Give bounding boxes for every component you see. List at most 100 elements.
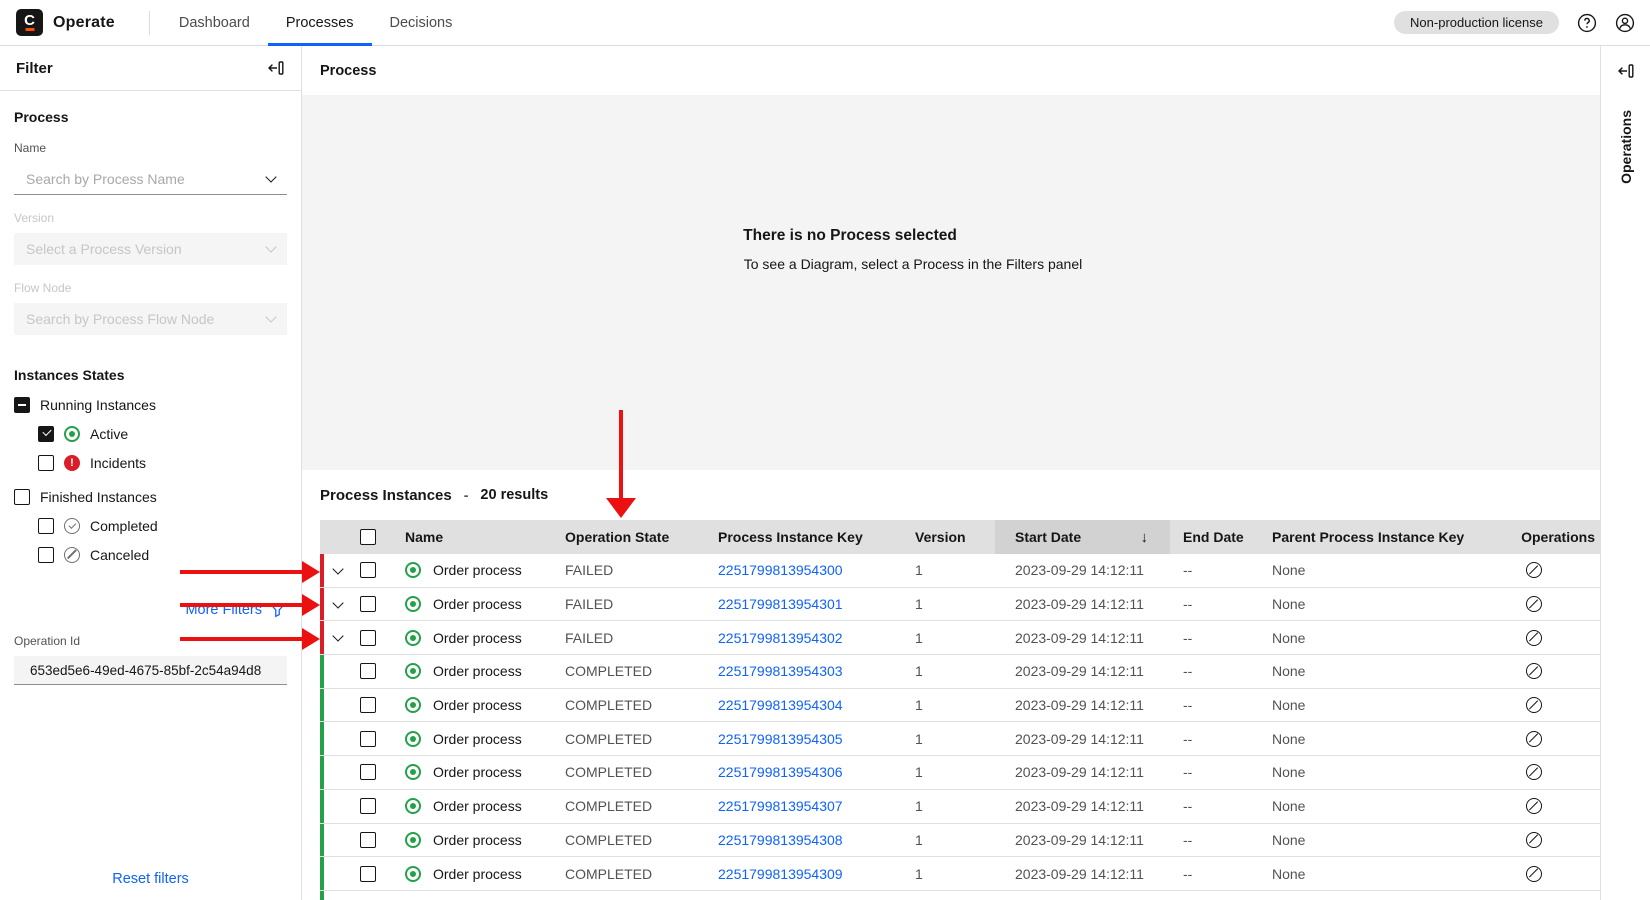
row-checkbox[interactable] (360, 798, 376, 814)
filters-panel: Filter Process Name Search by Process Na… (0, 46, 302, 900)
version-value: 1 (915, 756, 995, 789)
cancel-operation-icon[interactable] (1526, 866, 1542, 882)
parent-process-instance-key-value: None (1258, 857, 1510, 890)
expand-chevron-icon[interactable] (332, 631, 343, 642)
completed-state-icon (64, 518, 80, 534)
user-icon[interactable] (1615, 13, 1635, 33)
process-version-placeholder: Select a Process Version (26, 241, 182, 257)
completed-checkbox[interactable] (38, 518, 54, 534)
process-instance-key-link[interactable]: 2251799813954300 (718, 562, 843, 578)
instances-title: Process Instances (320, 487, 452, 504)
table-row: Order process COMPLETED 2251799813954308… (320, 824, 1600, 858)
start-date-value: 2023-09-29 14:12:11 (995, 824, 1170, 857)
row-checkbox[interactable] (360, 764, 376, 780)
more-filters-link[interactable]: More Filters (14, 602, 287, 618)
start-date-value: 2023-09-29 14:12:11 (995, 756, 1170, 789)
help-icon[interactable] (1577, 13, 1597, 33)
operations-panel-collapsed: Operations (1600, 46, 1650, 900)
sort-descending-icon[interactable]: ↓ (1141, 529, 1149, 546)
logo-orange-mark (25, 28, 34, 31)
col-operation-state[interactable]: Operation State (565, 520, 718, 554)
operation-id-input[interactable]: 653ed5e6-49ed-4675-85bf-2c54a94d8 (14, 656, 287, 685)
col-end-date[interactable]: End Date (1170, 520, 1258, 554)
instance-active-icon (405, 798, 421, 814)
process-instance-key-link[interactable]: 2251799813954304 (718, 697, 843, 713)
table-row: Order process COMPLETED 2251799813954306… (320, 756, 1600, 790)
process-instance-key-link[interactable]: 2251799813954307 (718, 798, 843, 814)
canceled-checkbox[interactable] (38, 547, 54, 563)
running-instances-checkbox[interactable] (14, 397, 30, 413)
table-header-row: Name Operation State Process Instance Ke… (320, 520, 1600, 554)
table-row: Order process FAILED 2251799813954301 1 … (320, 588, 1600, 622)
col-start-date[interactable]: Start Date ↓ (995, 520, 1170, 554)
tab-decisions[interactable]: Decisions (372, 0, 471, 46)
operations-panel-title[interactable]: Operations (1618, 110, 1634, 184)
process-instance-key-link[interactable]: 2251799813954308 (718, 832, 843, 848)
select-all-checkbox[interactable] (360, 529, 376, 545)
process-instance-key-link[interactable]: 2251799813954309 (718, 866, 843, 882)
row-checkbox[interactable] (360, 630, 376, 646)
state-row-incidents: ! Incidents (38, 448, 287, 477)
cancel-operation-icon[interactable] (1526, 596, 1542, 612)
row-checkbox[interactable] (360, 832, 376, 848)
row-checkbox[interactable] (360, 663, 376, 679)
operation-state: FAILED (565, 621, 718, 654)
process-instance-key-link[interactable]: 2251799813954306 (718, 764, 843, 780)
process-instance-key-link[interactable]: 2251799813954302 (718, 630, 843, 646)
row-checkbox[interactable] (360, 562, 376, 578)
incident-state-icon: ! (64, 455, 80, 471)
logo-letter: C (24, 13, 35, 28)
cancel-operation-icon[interactable] (1526, 562, 1542, 578)
cancel-operation-icon[interactable] (1526, 798, 1542, 814)
process-name-combobox[interactable]: Search by Process Name (14, 163, 287, 195)
incidents-checkbox[interactable] (38, 455, 54, 471)
cancel-operation-icon[interactable] (1526, 731, 1542, 747)
row-checkbox[interactable] (360, 596, 376, 612)
start-date-value: 2023-09-29 14:12:11 (995, 588, 1170, 621)
end-date-value: -- (1170, 554, 1258, 587)
camunda-logo[interactable]: C (16, 9, 43, 36)
cancel-operation-icon[interactable] (1526, 697, 1542, 713)
col-process-instance-key[interactable]: Process Instance Key (718, 520, 915, 554)
operate-app: C Operate Dashboard Processes Decisions … (0, 0, 1650, 900)
finished-instances-checkbox[interactable] (14, 489, 30, 505)
process-instance-key-link[interactable]: 2251799813954301 (718, 596, 843, 612)
expand-chevron-icon[interactable] (332, 563, 343, 574)
cancel-operation-icon[interactable] (1526, 764, 1542, 780)
cancel-operation-icon[interactable] (1526, 630, 1542, 646)
col-parent-key[interactable]: Parent Process Instance Key (1258, 520, 1510, 554)
row-checkbox[interactable] (360, 697, 376, 713)
row-checkbox[interactable] (360, 866, 376, 882)
state-row-finished: Finished Instances (14, 482, 287, 511)
start-date-value: 2023-09-29 14:12:11 (995, 621, 1170, 654)
start-date-value: 2023-09-29 14:12:11 (995, 554, 1170, 587)
tab-processes[interactable]: Processes (268, 0, 372, 46)
expand-chevron-icon[interactable] (332, 597, 343, 608)
instance-active-icon (405, 697, 421, 713)
instance-active-icon (405, 731, 421, 747)
operation-state: COMPLETED (565, 756, 718, 789)
expand-panel-icon[interactable] (1617, 62, 1635, 80)
start-date-value: 2023-09-29 14:12:11 (995, 857, 1170, 890)
parent-process-instance-key-value: None (1258, 722, 1510, 755)
col-name[interactable]: Name (382, 520, 565, 554)
cancel-operation-icon[interactable] (1526, 832, 1542, 848)
col-version[interactable]: Version (915, 520, 995, 554)
diagram-area: There is no Process selected To see a Di… (302, 95, 1600, 470)
collapse-panel-icon[interactable] (267, 59, 285, 77)
active-checkbox[interactable] (38, 426, 54, 442)
version-field-label: Version (14, 211, 287, 225)
cancel-operation-icon[interactable] (1526, 663, 1542, 679)
row-checkbox[interactable] (360, 731, 376, 747)
process-section-title: Process (14, 109, 287, 125)
incidents-label: Incidents (90, 455, 146, 471)
table-row-partial (320, 891, 1600, 900)
operation-state: COMPLETED (565, 790, 718, 823)
tab-dashboard[interactable]: Dashboard (161, 0, 268, 46)
reset-filters-link[interactable]: Reset filters (0, 871, 301, 887)
process-version-combobox: Select a Process Version (14, 233, 287, 265)
process-instance-key-link[interactable]: 2251799813954305 (718, 731, 843, 747)
finished-instances-label: Finished Instances (40, 489, 157, 505)
instance-active-icon (405, 866, 421, 882)
process-instance-key-link[interactable]: 2251799813954303 (718, 663, 843, 679)
